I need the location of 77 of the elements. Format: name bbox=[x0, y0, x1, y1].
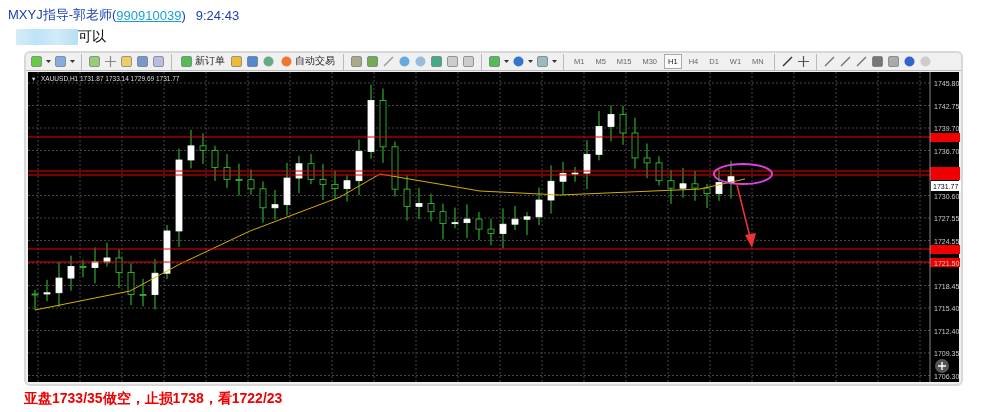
candlestick bbox=[331, 170, 339, 199]
candlestick bbox=[355, 138, 363, 196]
candlestick bbox=[115, 248, 123, 289]
candlestick bbox=[679, 167, 687, 199]
candlestick bbox=[187, 129, 195, 169]
candlestick bbox=[91, 246, 99, 284]
candlestick bbox=[235, 163, 243, 197]
candlestick bbox=[415, 187, 423, 220]
candlestick bbox=[271, 189, 279, 221]
candlestick bbox=[631, 117, 639, 170]
sender-id-link[interactable]: 990910039 bbox=[116, 7, 182, 23]
candlestick bbox=[667, 169, 675, 205]
candlestick bbox=[607, 104, 615, 142]
candlestick bbox=[151, 258, 159, 310]
caret-icon[interactable] bbox=[504, 60, 509, 63]
candlestick bbox=[79, 259, 87, 278]
arrow bbox=[736, 184, 756, 248]
crosshair-icon[interactable] bbox=[104, 55, 117, 68]
sender-name: ) bbox=[181, 7, 186, 23]
caret-icon[interactable] bbox=[70, 60, 75, 63]
candlestick bbox=[547, 164, 555, 215]
candlestick bbox=[703, 183, 711, 209]
candlestick bbox=[571, 166, 579, 183]
candlestick bbox=[391, 140, 399, 197]
candlestick bbox=[727, 160, 735, 200]
candlestick bbox=[583, 139, 591, 190]
caret-icon[interactable] bbox=[46, 60, 51, 63]
candlestick bbox=[31, 289, 39, 311]
candlestick bbox=[691, 170, 699, 202]
candlestick bbox=[523, 211, 531, 236]
candlestick bbox=[655, 155, 663, 186]
candlestick bbox=[163, 224, 171, 280]
candlestick bbox=[307, 153, 315, 185]
candlestick bbox=[427, 193, 435, 222]
candlestick bbox=[439, 203, 447, 240]
crosshair-icon[interactable] bbox=[796, 55, 810, 68]
candlestick bbox=[643, 142, 651, 179]
line-chart-icon[interactable] bbox=[382, 55, 395, 68]
candlestick bbox=[343, 174, 351, 202]
candlestick bbox=[619, 105, 627, 146]
candlestick bbox=[259, 180, 267, 224]
candlestick bbox=[403, 174, 411, 222]
zoom-icon[interactable] bbox=[935, 359, 949, 373]
candlestick bbox=[535, 187, 543, 226]
candlestick bbox=[499, 207, 507, 249]
candlestick bbox=[199, 132, 207, 165]
candlestick bbox=[559, 161, 567, 196]
sender-name: MXYJ指导-郭老师( bbox=[8, 6, 117, 24]
candlestick bbox=[223, 153, 231, 189]
candlestick bbox=[295, 155, 303, 194]
candlestick bbox=[55, 261, 63, 308]
message-text: 可以 bbox=[78, 28, 106, 46]
caret-icon[interactable] bbox=[552, 60, 557, 63]
candlestick bbox=[715, 169, 723, 202]
candlestick bbox=[127, 262, 135, 306]
candlestick bbox=[103, 242, 111, 268]
candlestick bbox=[139, 278, 147, 307]
candlestick bbox=[463, 203, 471, 239]
message-time: 9:24:43 bbox=[195, 7, 240, 23]
candlestick bbox=[595, 110, 603, 161]
candlestick bbox=[487, 218, 495, 246]
candlestick bbox=[67, 255, 75, 292]
candlestick bbox=[43, 279, 51, 302]
redacted-block bbox=[16, 29, 78, 45]
candlestick bbox=[247, 168, 255, 196]
candlestick bbox=[283, 162, 291, 216]
candlestick bbox=[211, 145, 219, 182]
auto-trading-button[interactable]: 自动交易 bbox=[278, 54, 337, 69]
new-order-button[interactable]: 新订单 bbox=[178, 54, 227, 69]
caret-icon[interactable] bbox=[528, 60, 533, 63]
candlestick bbox=[451, 207, 459, 229]
candlestick bbox=[511, 205, 519, 231]
caption-text: 亚盘1733/35做空，止损1738，看1722/23 bbox=[23, 389, 284, 408]
candlestick bbox=[475, 211, 483, 241]
candlestick bbox=[319, 163, 327, 201]
highlight-ellipse bbox=[713, 163, 773, 185]
trendline-icon[interactable] bbox=[854, 55, 868, 68]
